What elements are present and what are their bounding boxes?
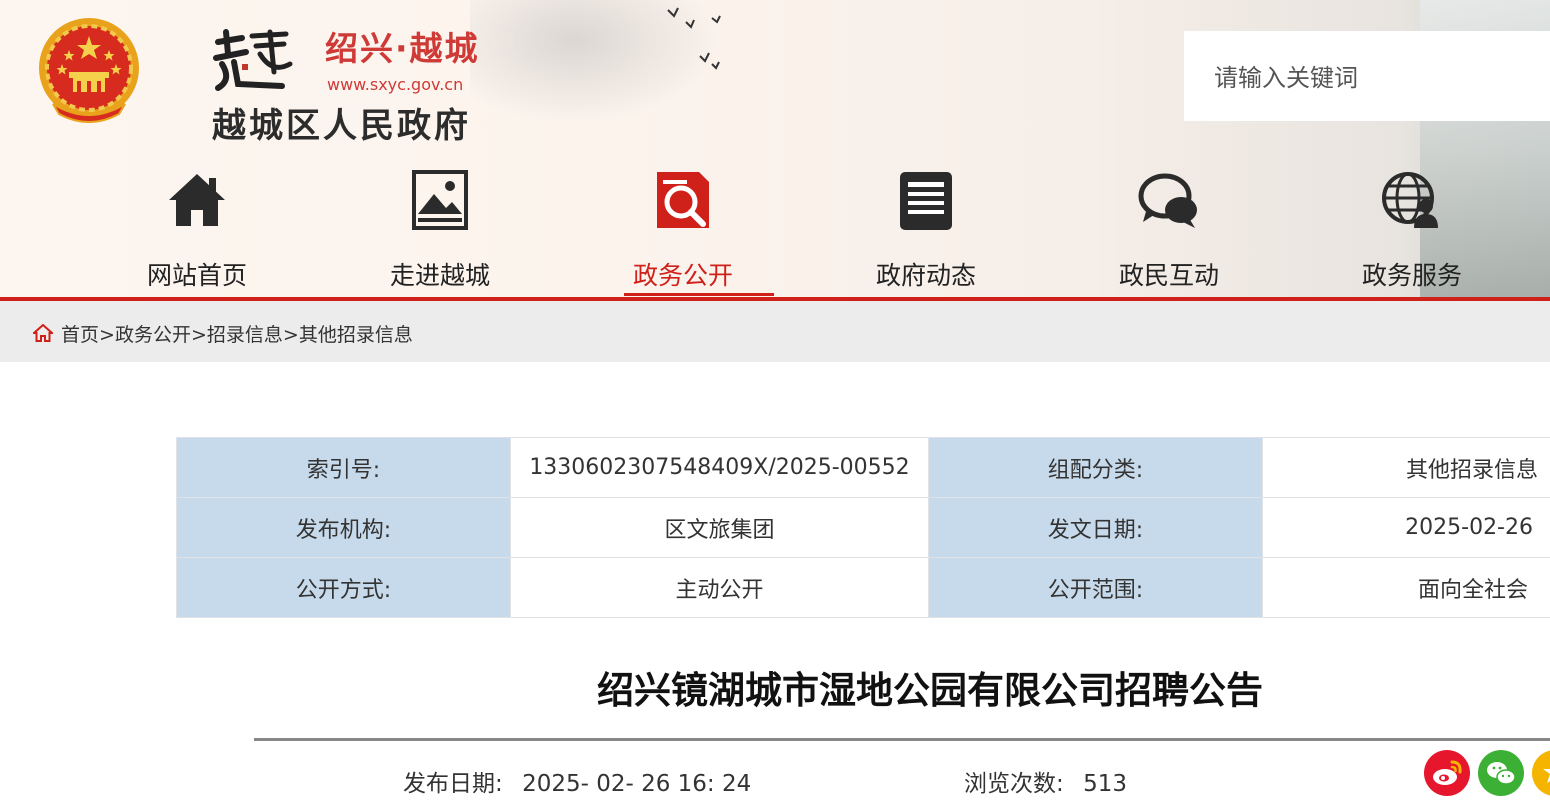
nav-label: 政民互动	[1118, 261, 1219, 290]
chat-icon	[1138, 173, 1197, 228]
breadcrumb: 首页>政务公开>招录信息>其他招录信息	[0, 301, 1550, 362]
title-divider	[254, 738, 1550, 741]
table-row: 发布机构: 区文旅集团 发文日期: 2025-02-26	[176, 497, 1550, 558]
breadcrumb-gov-open[interactable]: 政务公开	[115, 324, 191, 346]
brand-url: www.sxyc.gov.cn	[327, 75, 464, 94]
search-box	[1184, 31, 1550, 121]
publish-date-label: 发布日期:	[403, 771, 503, 797]
picture-icon	[412, 170, 468, 230]
index-label: 索引号:	[176, 437, 511, 498]
open-scope-label: 公开范围:	[928, 557, 1263, 618]
view-count-label: 浏览次数:	[964, 771, 1064, 797]
breadcrumb-separator: >	[190, 324, 207, 346]
weibo-icon	[1433, 760, 1462, 785]
nav-label: 政务服务	[1361, 261, 1462, 290]
breadcrumb-separator: >	[282, 324, 299, 346]
breadcrumb-separator: >	[99, 324, 115, 346]
home-icon	[33, 324, 53, 342]
globe-user-icon	[1382, 172, 1438, 228]
nav-item-gov-open[interactable]: 政务公开	[593, 168, 774, 297]
weibo-share-icon[interactable]	[1424, 750, 1470, 796]
publisher-label: 发布机构:	[176, 497, 511, 558]
breadcrumb-home[interactable]: 首页	[61, 324, 99, 346]
open-mode-label: 公开方式:	[176, 557, 511, 618]
article-title: 绍兴镜湖城市湿地公园有限公司招聘公告	[597, 669, 1263, 712]
category-label: 组配分类:	[928, 437, 1263, 498]
site-title: 越城区人民政府	[212, 106, 471, 146]
open-scope-value: 面向全社会	[1262, 557, 1550, 618]
wechat-share-icon[interactable]	[1478, 750, 1524, 796]
nav-item-interaction[interactable]: 政民互动	[1079, 168, 1259, 297]
wechat-icon	[1487, 762, 1516, 785]
table-row: 索引号: 1330602307548409X/2025-00552 组配分类: …	[176, 437, 1550, 498]
nav-item-about[interactable]: 走进越城	[350, 168, 530, 297]
search-document-icon	[657, 172, 709, 228]
site-header: 绍兴·越城 www.sxyc.gov.cn 越城区人民政府 网站首页 走进越城	[0, 0, 1550, 297]
publish-date-row: 发布日期: 2025- 02- 26 16: 24	[403, 764, 751, 798]
brand-slogan: 绍兴·越城	[325, 29, 480, 68]
view-count-row: 浏览次数: 513	[964, 764, 1127, 798]
news-icon	[900, 172, 952, 230]
view-count-value: 513	[1083, 771, 1127, 797]
breadcrumb-other-recruitment[interactable]: 其他招录信息	[299, 324, 413, 346]
nav-item-home[interactable]: 网站首页	[107, 168, 287, 297]
favorite-share-icon[interactable]	[1532, 750, 1550, 796]
index-value: 1330602307548409X/2025-00552	[510, 437, 929, 498]
doc-date-label: 发文日期:	[928, 497, 1263, 558]
home-icon	[169, 174, 225, 226]
publish-date-value: 2025- 02- 26 16: 24	[522, 771, 752, 797]
nav-label: 网站首页	[146, 261, 247, 290]
nav-item-gov-service[interactable]: 政务服务	[1322, 168, 1502, 297]
table-row: 公开方式: 主动公开 公开范围: 面向全社会	[176, 557, 1550, 618]
nav-item-gov-news[interactable]: 政府动态	[836, 168, 1016, 297]
breadcrumb-recruitment[interactable]: 招录信息	[207, 324, 283, 346]
nav-label: 政府动态	[875, 261, 976, 290]
open-mode-value: 主动公开	[510, 557, 929, 618]
national-emblem-icon	[39, 18, 139, 123]
category-value: 其他招录信息	[1262, 437, 1550, 498]
document-info-table: 索引号: 1330602307548409X/2025-00552 组配分类: …	[176, 437, 1550, 618]
publisher-value: 区文旅集团	[510, 497, 929, 558]
nav-label: 走进越城	[389, 261, 490, 290]
star-icon	[1543, 769, 1550, 783]
search-input[interactable]	[1212, 59, 1536, 97]
doc-date-value: 2025-02-26	[1262, 497, 1550, 558]
nav-label: 政务公开	[632, 261, 733, 290]
yuecheng-calligraphy-logo	[213, 29, 293, 91]
birds-decoration	[667, 7, 721, 70]
breadcrumb-trail: 首页>政务公开>招录信息>其他招录信息	[61, 320, 413, 347]
